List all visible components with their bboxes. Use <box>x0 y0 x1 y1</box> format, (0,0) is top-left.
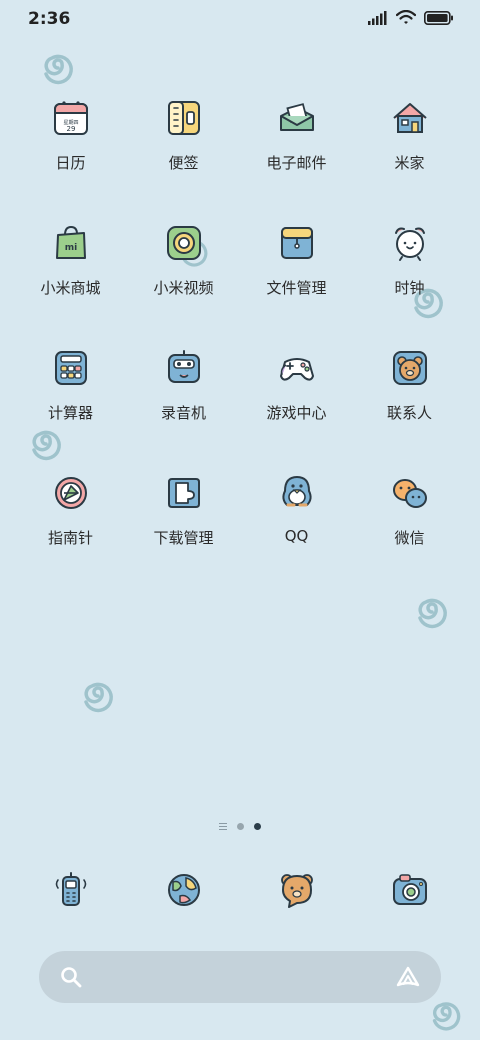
minus-one-screen-indicator[interactable] <box>219 823 227 830</box>
signal-icon <box>368 10 387 25</box>
app-qq[interactable]: QQ <box>240 467 353 592</box>
app-mijia[interactable]: 米家 <box>353 92 466 217</box>
app-grid: 星期四 29 日历 便签 电子邮件 米家 mi 小米商城 小米视频 文件管理 时… <box>14 92 466 592</box>
compass-icon <box>54 477 87 509</box>
app-label: 游戏中心 <box>266 404 327 422</box>
app-label: 微信 <box>394 529 425 547</box>
app-calendar[interactable]: 星期四 29 日历 <box>14 92 127 217</box>
app-label: 米家 <box>394 154 425 172</box>
status-bar: 2:36 <box>0 0 480 40</box>
app-game-center[interactable]: 游戏中心 <box>240 342 353 467</box>
app-file-manager[interactable]: 文件管理 <box>240 217 353 342</box>
battery-icon <box>424 10 453 25</box>
app-label: 小米商城 <box>40 279 101 297</box>
notes-icon <box>167 101 200 135</box>
app-label: 便签 <box>168 154 199 172</box>
app-clock[interactable]: 时钟 <box>353 217 466 342</box>
search-icon <box>61 967 82 988</box>
recorder-icon <box>167 350 200 383</box>
dock-camera[interactable] <box>353 870 466 910</box>
penguin-icon <box>281 476 312 507</box>
app-label: 电子邮件 <box>266 154 327 172</box>
bear-contact-icon <box>392 351 427 385</box>
bear-messages-icon <box>280 874 313 908</box>
page-dot-active[interactable] <box>254 823 261 830</box>
app-label: 计算器 <box>47 404 93 422</box>
app-label: 下载管理 <box>153 529 214 547</box>
page-indicator <box>0 823 480 830</box>
app-compass[interactable]: 指南针 <box>14 467 127 592</box>
app-label: 录音机 <box>160 404 206 422</box>
app-label: 联系人 <box>386 404 432 422</box>
app-label: 小米视频 <box>153 279 214 297</box>
app-email[interactable]: 电子邮件 <box>240 92 353 217</box>
shopping-bag-icon: mi <box>55 225 86 259</box>
phone-icon <box>55 872 86 906</box>
download-icon <box>167 478 200 508</box>
app-label: 时钟 <box>394 279 425 297</box>
app-contacts[interactable]: 联系人 <box>353 342 466 467</box>
home-icon <box>392 103 427 133</box>
dock-browser[interactable] <box>127 870 240 910</box>
folder-icon <box>280 227 313 259</box>
camera-icon <box>392 874 427 905</box>
browser-globe-icon <box>167 874 200 906</box>
swirl-decoration <box>44 54 73 85</box>
dock <box>14 870 466 910</box>
search-bar[interactable] <box>39 951 441 1003</box>
chat-bubbles-icon <box>392 479 427 508</box>
swirl-decoration <box>84 682 113 713</box>
app-wechat[interactable]: 微信 <box>353 467 466 592</box>
dock-messages[interactable] <box>240 870 353 910</box>
dock-phone[interactable] <box>14 870 127 910</box>
gamepad-icon <box>279 358 314 381</box>
email-icon <box>279 103 314 131</box>
alarm-clock-icon <box>394 227 425 261</box>
calculator-icon <box>54 351 87 385</box>
svg-text:29: 29 <box>66 125 75 133</box>
app-label: 文件管理 <box>266 279 327 297</box>
app-notes[interactable]: 便签 <box>127 92 240 217</box>
swirl-decoration <box>418 598 447 629</box>
video-icon <box>166 226 201 260</box>
status-icons <box>368 10 454 25</box>
app-label: 指南针 <box>47 529 93 547</box>
app-mi-video[interactable]: 小米视频 <box>127 217 240 342</box>
app-label: QQ <box>284 527 309 545</box>
voice-assistant-icon[interactable] <box>395 964 421 990</box>
calendar-icon: 星期四 29 <box>53 101 88 135</box>
svg-text:mi: mi <box>64 243 76 253</box>
app-recorder[interactable]: 录音机 <box>127 342 240 467</box>
status-time: 2:36 <box>28 9 71 29</box>
app-label: 日历 <box>55 154 86 172</box>
page-dot[interactable] <box>237 823 244 830</box>
wifi-icon <box>396 10 416 24</box>
swirl-decoration <box>432 1002 461 1031</box>
app-mi-store[interactable]: mi 小米商城 <box>14 217 127 342</box>
app-download-manager[interactable]: 下载管理 <box>127 467 240 592</box>
app-calculator[interactable]: 计算器 <box>14 342 127 467</box>
